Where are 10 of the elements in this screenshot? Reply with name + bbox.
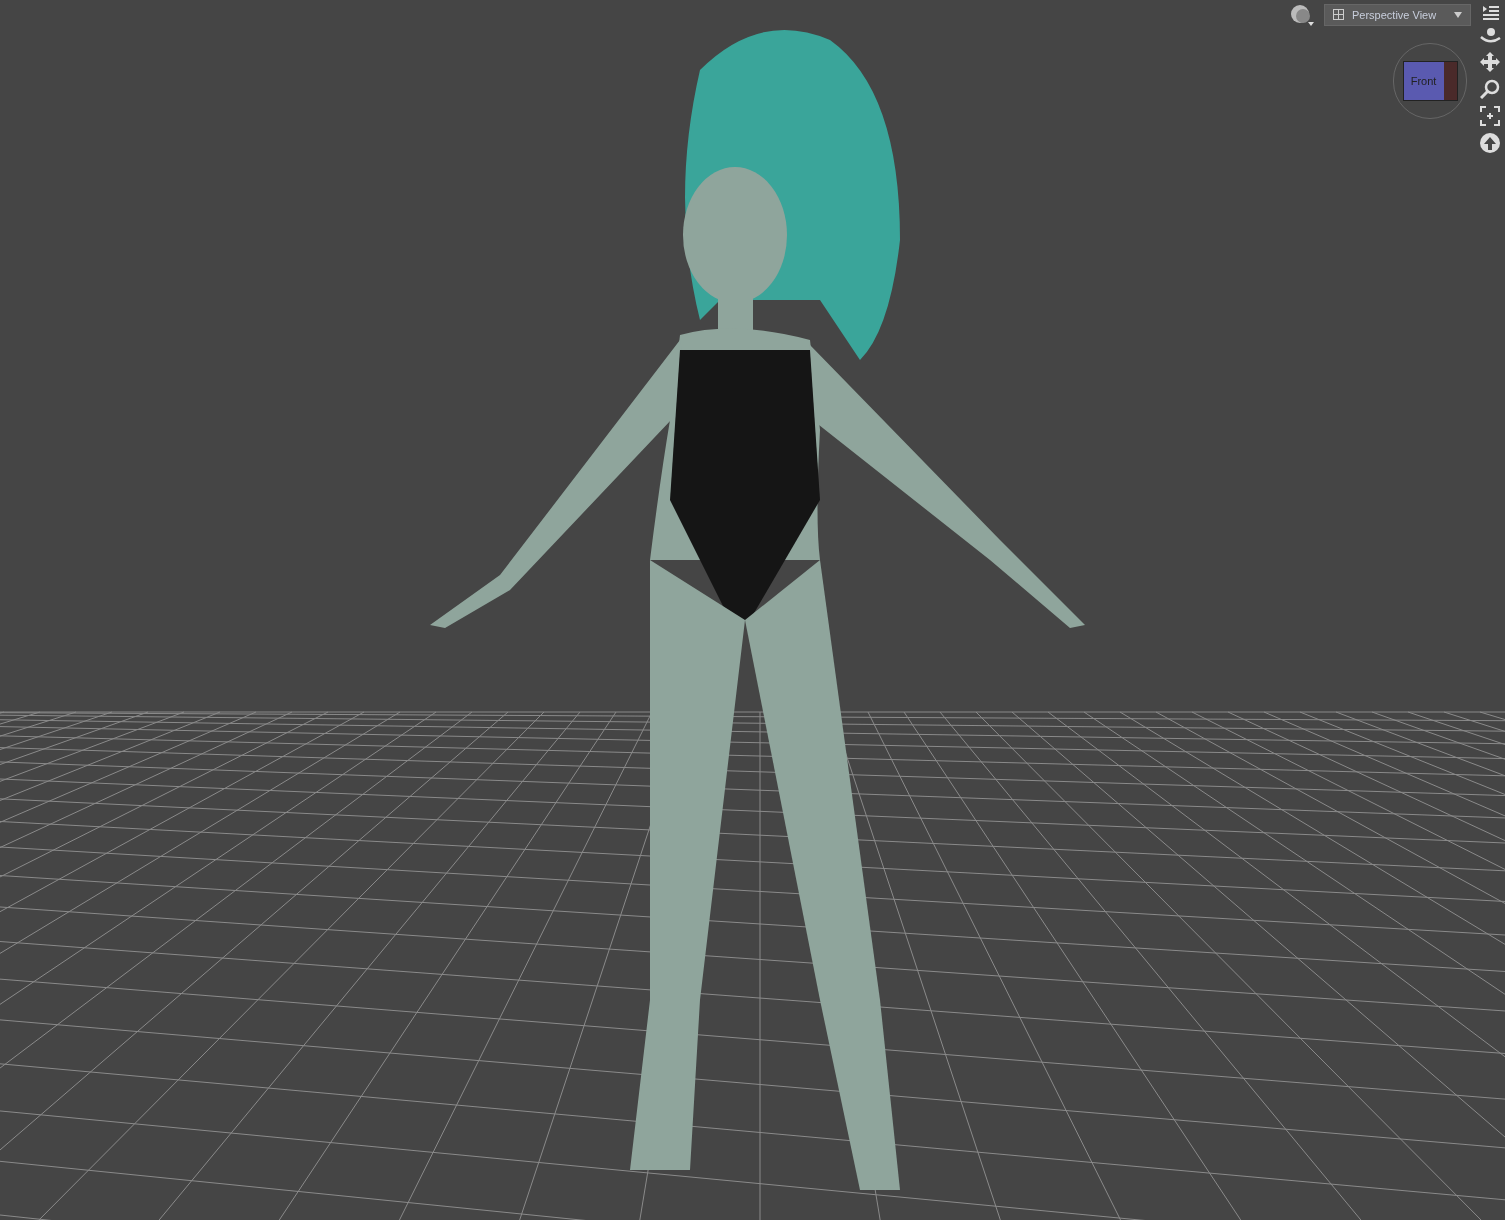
menu-icon[interactable] <box>1481 4 1499 20</box>
frame-icon[interactable] <box>1480 106 1500 126</box>
shading-sphere-icon[interactable] <box>1290 4 1316 28</box>
zoom-icon[interactable] <box>1480 79 1500 99</box>
orbit-icon[interactable] <box>1479 27 1501 45</box>
window-icon <box>1333 9 1344 21</box>
cube-face-label[interactable]: Front <box>1403 62 1444 100</box>
view-dropdown[interactable]: Perspective View <box>1324 4 1471 26</box>
caret-icon <box>1454 12 1462 18</box>
move-icon[interactable] <box>1480 52 1500 72</box>
